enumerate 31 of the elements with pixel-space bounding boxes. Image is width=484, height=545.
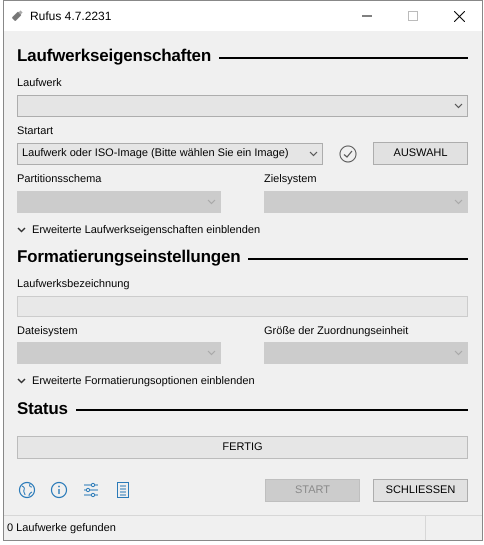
caret-icon xyxy=(454,350,463,356)
close-icon[interactable] xyxy=(454,10,464,22)
section-heading: Laufwerkseigenschaften xyxy=(17,45,211,68)
caret-icon xyxy=(454,198,463,204)
window-title: Rufus 4.7.2231 xyxy=(30,8,112,25)
expand-toggle[interactable]: Erweiterte Formatierungsoptionen einblenden xyxy=(17,373,255,390)
section-heading: Formatierungseinstellungen xyxy=(17,246,240,268)
field-label: Dateisystem xyxy=(17,324,79,338)
field-label: Laufwerk xyxy=(17,76,63,91)
field-label: Laufwerksbezeichnung xyxy=(17,277,131,292)
caret-icon xyxy=(454,102,463,108)
expand-toggle[interactable]: Erweiterte Laufwerkseigenschaften einblenden xyxy=(17,222,260,238)
field-label: Partitionsschema xyxy=(17,172,102,187)
caret-icon xyxy=(309,150,318,156)
status-bar-text: 0 Laufwerke gefunden xyxy=(6,520,117,536)
close-button[interactable]: SCHLIESSEN xyxy=(373,478,468,502)
field-label: Größe der Zuordnungseinheit xyxy=(264,324,410,338)
info-icon[interactable] xyxy=(50,481,68,499)
chevron-icon xyxy=(17,378,26,384)
caret-icon xyxy=(207,198,216,204)
chevron-icon xyxy=(17,226,26,233)
caret-icon xyxy=(207,350,216,356)
section-heading: Status xyxy=(17,398,68,420)
check-icon[interactable] xyxy=(339,144,357,162)
select-button[interactable]: AUSWAHL xyxy=(373,142,468,165)
field-label: Zielsystem xyxy=(264,172,318,187)
globe-icon[interactable] xyxy=(18,481,36,499)
field-label: Startart xyxy=(17,124,54,138)
dropdown[interactable]: Laufwerk oder ISO-Image (Bitte wählen Sie ein Image) xyxy=(17,142,323,164)
log-icon[interactable] xyxy=(114,481,132,499)
settings-icon[interactable] xyxy=(82,481,100,499)
